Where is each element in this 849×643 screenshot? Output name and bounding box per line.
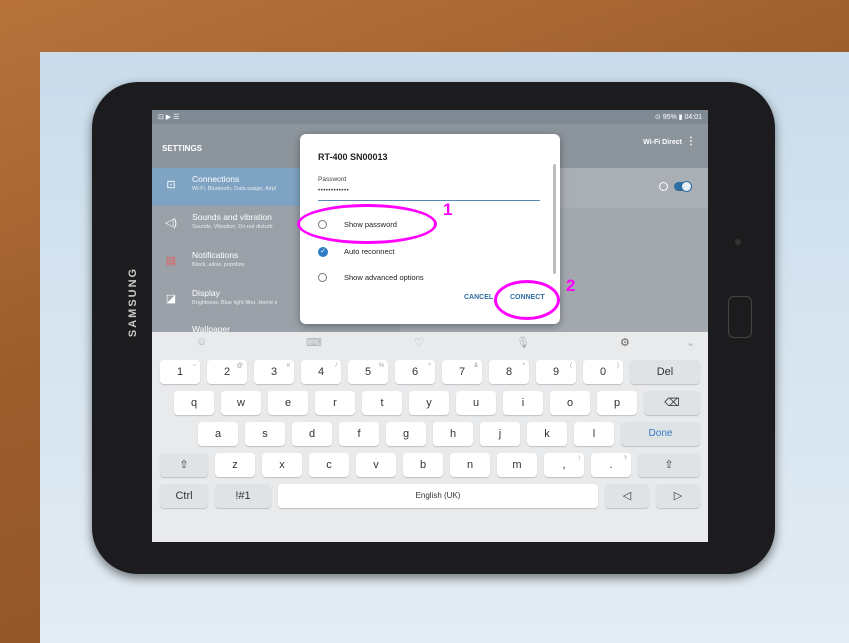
wifi-toggle[interactable]: [674, 181, 692, 192]
key-l[interactable]: l: [574, 422, 614, 446]
key-5[interactable]: 5%: [348, 360, 388, 384]
display-icon: ◪: [165, 293, 177, 305]
key-t[interactable]: t: [362, 391, 402, 415]
key-c[interactable]: c: [309, 453, 349, 477]
sidebar-item-label: Sounds and vibration: [192, 212, 272, 222]
shift-right-icon[interactable]: ⇧: [638, 453, 700, 477]
key-y[interactable]: y: [409, 391, 449, 415]
cursor-left-icon[interactable]: ◁: [605, 484, 649, 508]
password-input[interactable]: ••••••••••••: [318, 188, 349, 194]
key-s[interactable]: s: [245, 422, 285, 446]
ctrl-key[interactable]: Ctrl: [160, 484, 208, 508]
connections-icon: ⊡: [166, 179, 176, 191]
home-button[interactable]: [728, 296, 752, 338]
done-key[interactable]: Done: [621, 422, 700, 446]
chevron-down-icon[interactable]: ⌄: [686, 336, 695, 349]
key-x[interactable]: x: [262, 453, 302, 477]
key-comma[interactable]: ,!: [544, 453, 584, 477]
sidebar-item-label: Display: [192, 288, 220, 298]
status-icons: ⊡ ▶ ☰: [158, 114, 180, 121]
tablet-screen: ⊡ ▶ ☰ ⊙ 95% ▮ 04:01 SETTINGS Wi-Fi Direc…: [152, 110, 708, 542]
symbols-key[interactable]: !#1: [215, 484, 271, 508]
key-g[interactable]: g: [386, 422, 426, 446]
key-v[interactable]: v: [356, 453, 396, 477]
key-f[interactable]: f: [339, 422, 379, 446]
sidebar-item-subtitle: Wi-Fi, Bluetooth, Data usage, Airpl: [192, 186, 277, 192]
more-options-icon[interactable]: ⋮: [686, 136, 696, 147]
cancel-button[interactable]: CANCEL: [464, 294, 493, 301]
sidebar-item-label: Notifications: [192, 250, 239, 260]
auto-reconnect-label: Auto reconnect: [344, 247, 395, 256]
wifi-direct-button[interactable]: Wi-Fi Direct: [643, 139, 682, 146]
key-4[interactable]: 4/: [301, 360, 341, 384]
key-u[interactable]: u: [456, 391, 496, 415]
key-a[interactable]: a: [198, 422, 238, 446]
annotation-circle-1: [297, 204, 437, 244]
key-n[interactable]: n: [450, 453, 490, 477]
annotation-circle-2: [494, 280, 560, 320]
password-underline: [318, 200, 540, 201]
notifications-icon: ▤: [165, 255, 177, 267]
key-p[interactable]: p: [597, 391, 637, 415]
keyboard-mode-icon[interactable]: ⌨: [306, 336, 322, 349]
key-i[interactable]: i: [503, 391, 543, 415]
cursor-right-icon[interactable]: ▷: [656, 484, 700, 508]
key-w[interactable]: w: [221, 391, 261, 415]
checkmark-icon[interactable]: ✓: [318, 247, 328, 257]
microphone-icon[interactable]: 🎙: [516, 336, 530, 349]
annotation-number-1: 1: [443, 200, 453, 219]
key-b[interactable]: b: [403, 453, 443, 477]
status-battery-time: ⊙ 95% ▮ 04:01: [654, 114, 702, 121]
handwriting-icon[interactable]: ♡: [414, 336, 424, 349]
sidebar-item-subtitle: Block, allow, prioritize: [192, 262, 245, 268]
status-bar: ⊡ ▶ ☰ ⊙ 95% ▮ 04:01: [152, 110, 708, 124]
shift-icon[interactable]: ⇧: [160, 453, 208, 477]
key-1[interactable]: 1 ~: [160, 360, 200, 384]
key-d[interactable]: d: [292, 422, 332, 446]
key-period[interactable]: .?: [591, 453, 631, 477]
key-3[interactable]: 3 #: [254, 360, 294, 384]
key-2[interactable]: 2 @: [207, 360, 247, 384]
advanced-options-label: Show advanced options: [344, 273, 424, 282]
password-label: Password: [318, 176, 347, 183]
onscreen-keyboard: ☺ ⌨ ♡ 🎙 ⚙ ⌄ 1 ~ 2 @ 3 # 4/ 5% 6 ^ 7 & 8 * 9( 0…: [152, 332, 708, 542]
sidebar-item-label: Connections: [192, 174, 240, 184]
dialog-title: RT-400 SN00013: [318, 152, 388, 162]
key-6[interactable]: 6 ^: [395, 360, 435, 384]
page-title: SETTINGS: [162, 144, 203, 153]
advanced-options-checkbox[interactable]: [318, 273, 327, 282]
sound-icon: ◁): [164, 217, 178, 229]
sidebar-item-subtitle: Sounds, Vibration, Do not disturb: [192, 224, 273, 230]
space-key[interactable]: English (UK): [278, 484, 598, 508]
dialog-scrollbar[interactable]: [553, 164, 556, 274]
annotation-number-2: 2: [566, 276, 576, 295]
key-9[interactable]: 9(: [536, 360, 576, 384]
backspace-icon[interactable]: ⌫: [644, 391, 700, 415]
settings-gear-icon[interactable]: ⚙: [620, 336, 630, 349]
key-j[interactable]: j: [480, 422, 520, 446]
brand-logo: SAMSUNG: [127, 266, 140, 338]
loading-spinner-icon: [659, 182, 668, 191]
del-key[interactable]: Del: [630, 360, 700, 384]
key-o[interactable]: o: [550, 391, 590, 415]
key-e[interactable]: e: [268, 391, 308, 415]
key-q[interactable]: q: [174, 391, 214, 415]
key-m[interactable]: m: [497, 453, 537, 477]
key-z[interactable]: z: [215, 453, 255, 477]
sidebar-item-subtitle: Brightness, Blue light filter, Home s: [192, 300, 278, 306]
key-h[interactable]: h: [433, 422, 473, 446]
key-r[interactable]: r: [315, 391, 355, 415]
key-8[interactable]: 8 *: [489, 360, 529, 384]
key-0[interactable]: 0): [583, 360, 623, 384]
key-k[interactable]: k: [527, 422, 567, 446]
camera: [735, 239, 741, 245]
emoji-icon[interactable]: ☺: [196, 336, 207, 348]
key-7[interactable]: 7 &: [442, 360, 482, 384]
